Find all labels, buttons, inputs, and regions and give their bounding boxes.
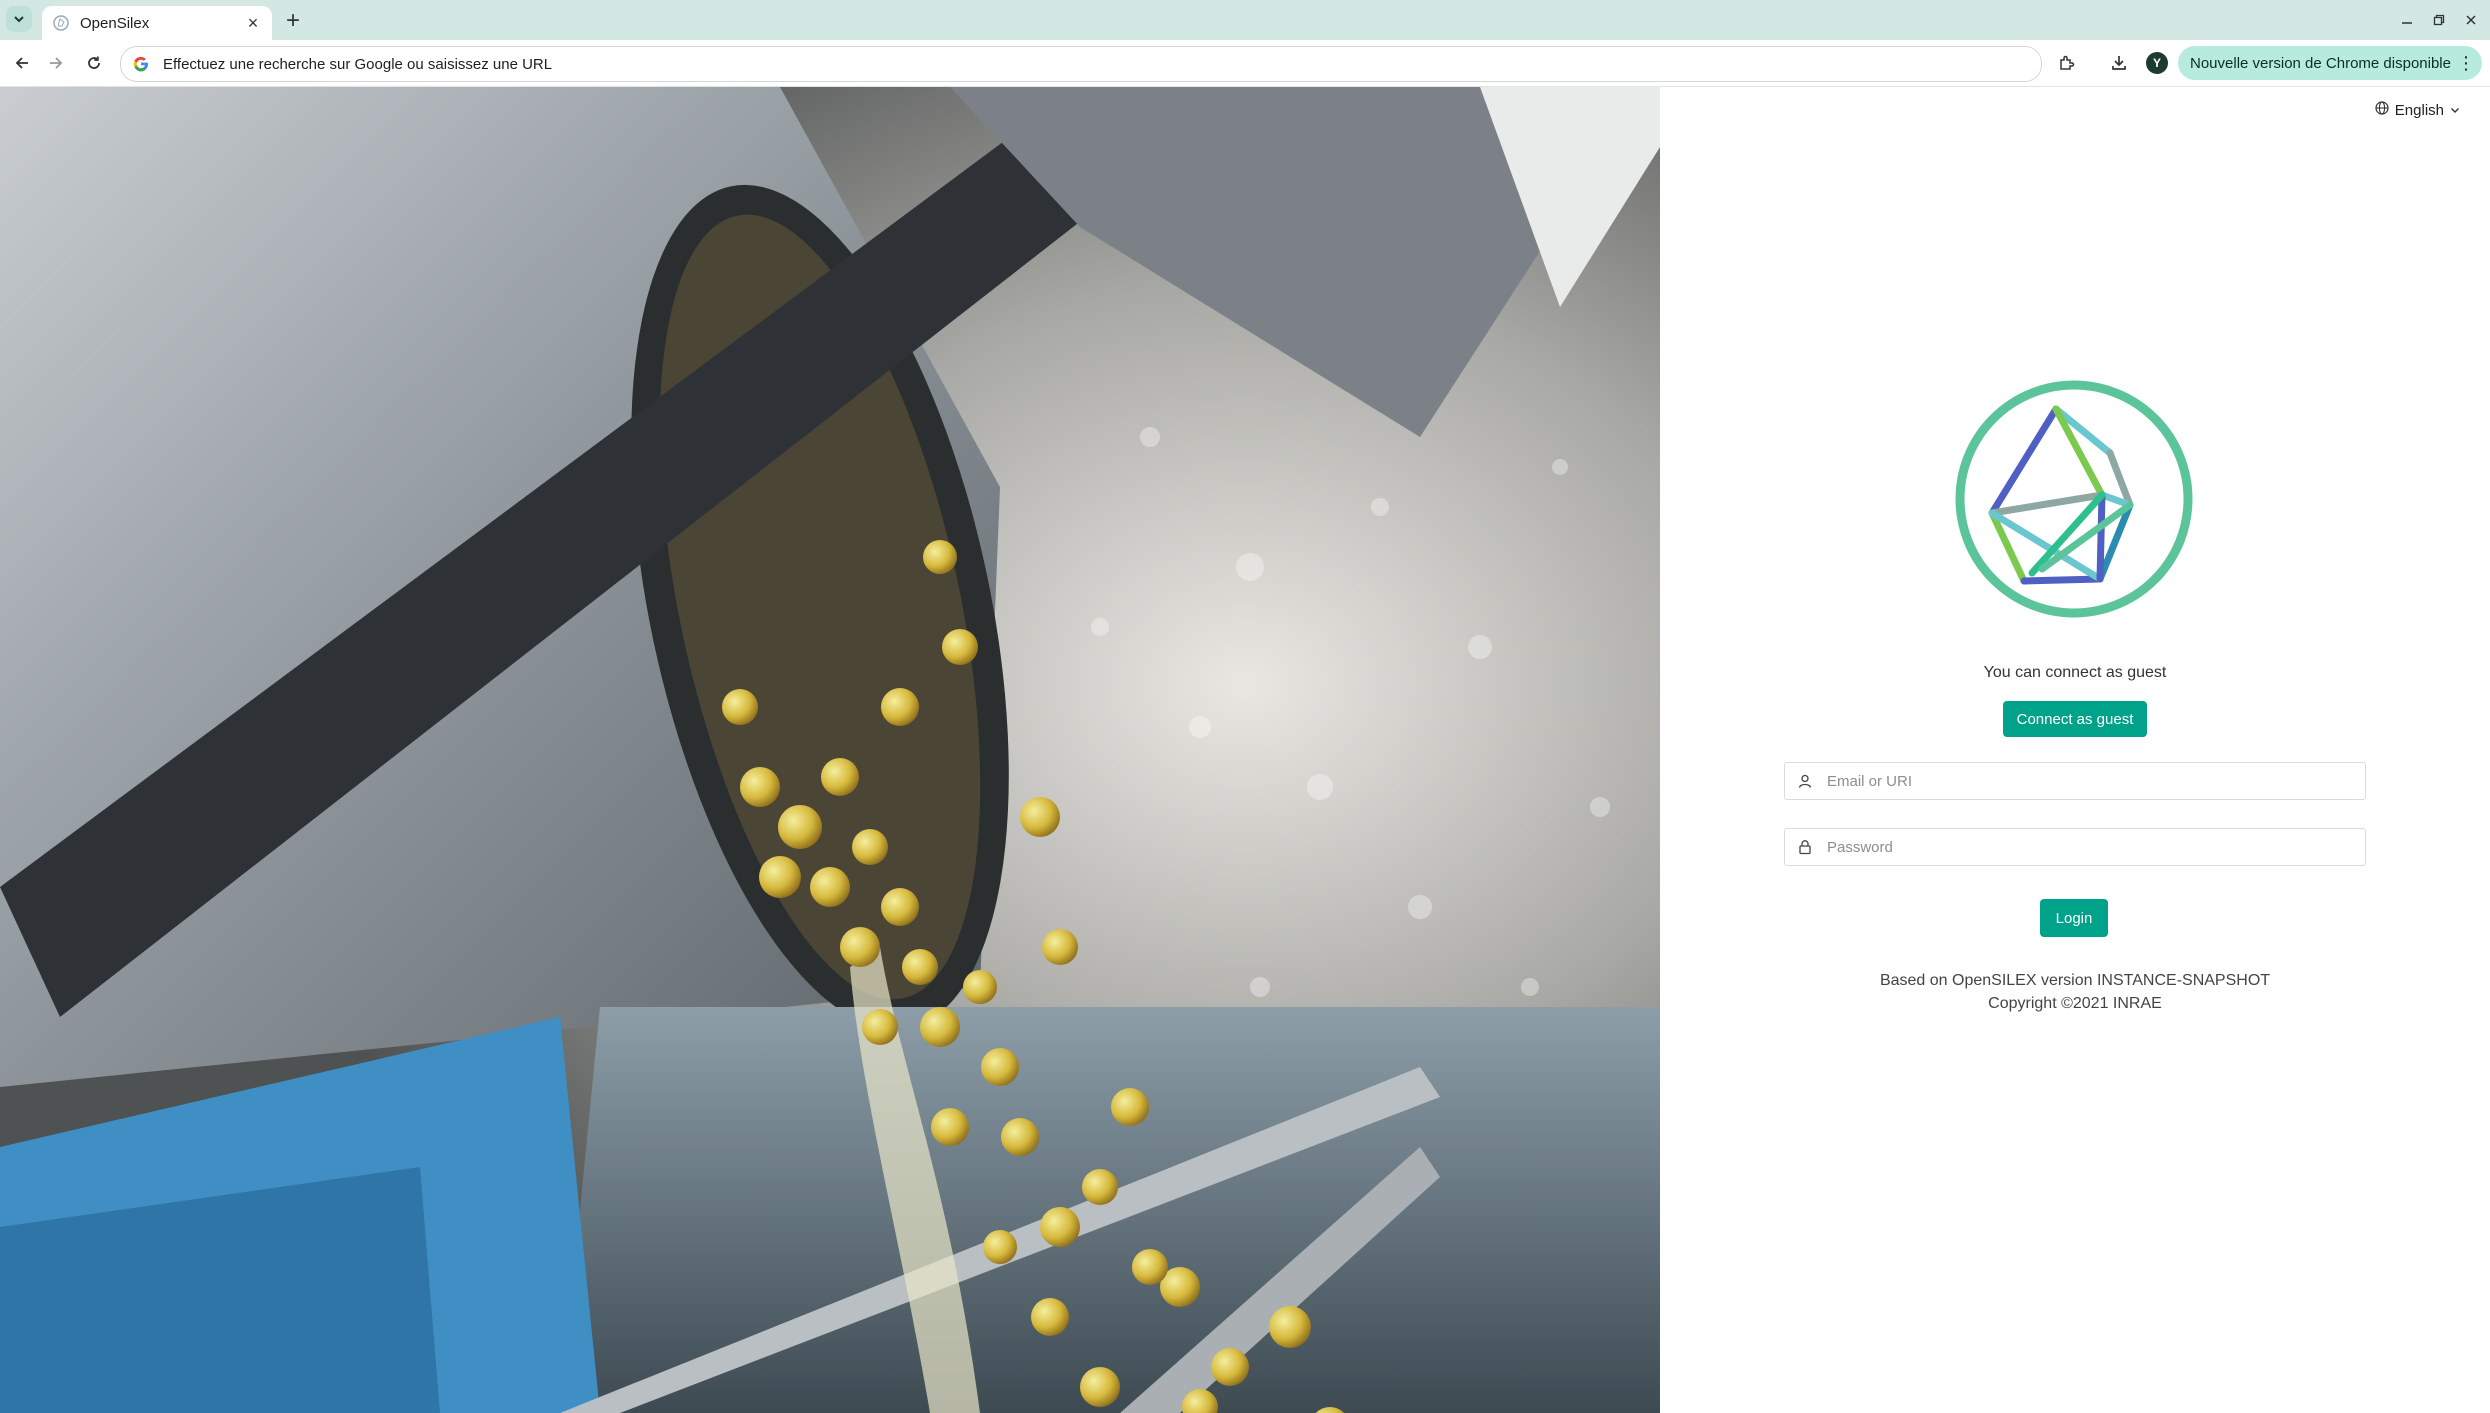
- language-label: English: [2394, 101, 2444, 119]
- google-icon: [131, 54, 151, 74]
- tab-close-icon[interactable]: ×: [242, 12, 264, 34]
- chevron-down-icon: [2450, 102, 2460, 119]
- profile-avatar[interactable]: Y: [2146, 52, 2168, 74]
- forward-icon[interactable]: [42, 49, 70, 77]
- opensilex-logo: [1952, 377, 2196, 621]
- browser-toolbar: Effectuez une recherche sur Google ou sa…: [0, 40, 2490, 87]
- password-field[interactable]: [1784, 828, 2366, 866]
- connect-as-guest-button[interactable]: Connect as guest: [2003, 701, 2147, 737]
- globe-icon: [2375, 101, 2389, 119]
- chrome-update-label: Nouvelle version de Chrome disponible: [2190, 54, 2451, 72]
- tab-title: OpenSilex: [80, 14, 150, 32]
- lock-icon: [1785, 839, 1825, 855]
- close-window-icon[interactable]: [2456, 6, 2486, 34]
- minimize-icon[interactable]: [2392, 6, 2422, 34]
- new-tab-button[interactable]: +: [280, 7, 306, 34]
- password-input[interactable]: [1825, 837, 2365, 857]
- maximize-icon[interactable]: [2424, 6, 2454, 34]
- hero-photo: [0, 87, 1660, 1413]
- tab-strip: OpenSilex × +: [0, 0, 2490, 40]
- email-input[interactable]: [1825, 771, 2365, 791]
- copyright-text: Copyright ©2021 INRAE: [1988, 995, 2162, 1012]
- version-text: Based on OpenSILEX version INSTANCE-SNAP…: [1879, 972, 2271, 989]
- favicon-icon: [52, 14, 70, 32]
- chrome-menu-icon[interactable]: ⋮: [2456, 53, 2476, 74]
- email-field[interactable]: [1784, 762, 2366, 800]
- address-bar[interactable]: Effectuez une recherche sur Google ou sa…: [120, 46, 2042, 82]
- login-button[interactable]: Login: [2040, 899, 2108, 937]
- back-icon[interactable]: [8, 49, 36, 77]
- active-tab[interactable]: OpenSilex ×: [42, 6, 272, 40]
- language-selector[interactable]: English: [2375, 101, 2460, 119]
- grape-harvest-image: [0, 87, 1660, 1413]
- download-icon[interactable]: [2106, 50, 2132, 76]
- tab-search-icon[interactable]: [6, 6, 32, 32]
- extensions-icon[interactable]: [2054, 50, 2080, 76]
- user-icon: [1785, 773, 1825, 789]
- login-panel: English You can connect as guest Connect…: [1660, 87, 2490, 1413]
- address-bar-text: Effectuez une recherche sur Google ou sa…: [163, 55, 553, 73]
- reload-icon[interactable]: [80, 49, 108, 77]
- guest-info-text: You can connect as guest: [1983, 664, 2167, 681]
- chrome-update-button[interactable]: Nouvelle version de Chrome disponible ⋮: [2178, 46, 2482, 80]
